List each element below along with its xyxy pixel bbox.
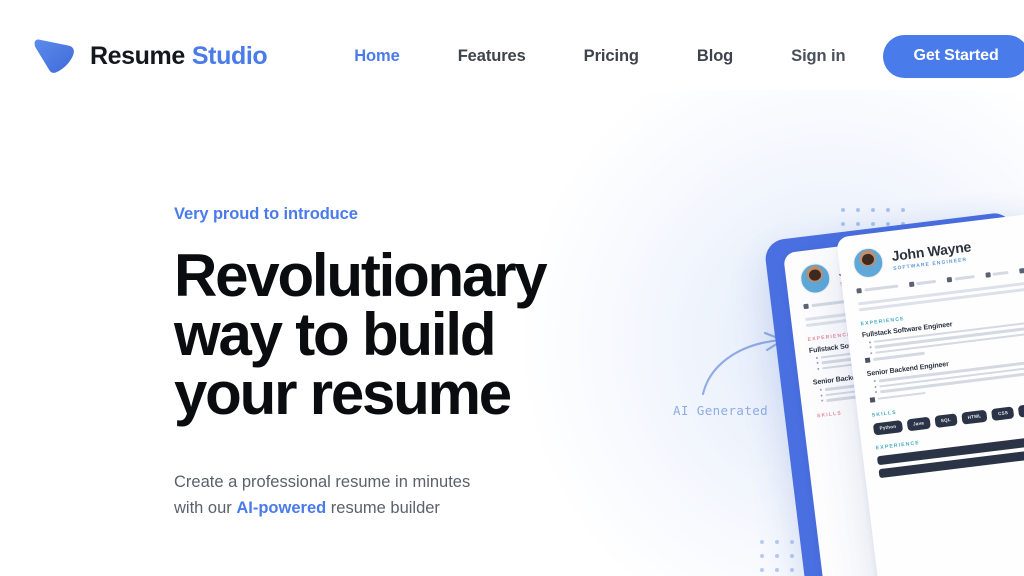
headline-line-3: your resume [174, 360, 512, 427]
resume-preview-artwork: John Wayne SOFTWARE ENGINEER EXPERIENCE … [740, 180, 1024, 576]
contact-website [908, 279, 937, 288]
nav-item-features[interactable]: Features [429, 47, 555, 66]
skill-tag: Java [906, 416, 931, 431]
leaf-logo-icon [34, 39, 74, 73]
subcopy-line-2-pre: with our [174, 499, 237, 517]
main-navigation: Home Features Pricing Blog Sign in Get S… [325, 34, 1024, 78]
skill-tag: CSS [991, 405, 1015, 421]
hero-eyebrow: Very proud to introduce [174, 205, 358, 223]
site-header: Resume Studio Home Features Pricing Blog … [0, 0, 1024, 112]
contact-linkedin [946, 274, 975, 283]
get-started-button[interactable]: Get Started [883, 34, 1024, 78]
contact-github [984, 270, 1009, 278]
skill-tag: Django [1018, 401, 1024, 418]
brand-name: Resume Studio [90, 41, 268, 71]
hero-section: Very proud to introduce Revolutionary wa… [174, 205, 644, 521]
subcopy-accent: AI-powered [236, 499, 327, 517]
avatar [851, 246, 885, 280]
skill-tag: Python [872, 419, 903, 435]
contact-phone [1019, 265, 1024, 274]
nav-item-home[interactable]: Home [325, 47, 428, 66]
brand-name-primary: Resume [90, 41, 185, 70]
headline-line-2: way to build [174, 301, 496, 368]
brand-logo[interactable]: Resume Studio [32, 38, 268, 74]
hero-subcopy: Create a professional resume in minutes … [174, 469, 644, 521]
nav-item-signin[interactable]: Sign in [762, 47, 871, 66]
avatar [798, 261, 832, 296]
contact-email [856, 284, 898, 294]
nav-item-pricing[interactable]: Pricing [555, 47, 668, 66]
nav-item-blog[interactable]: Blog [668, 47, 762, 66]
hero-headline: Revolutionary way to build your resume [174, 242, 644, 427]
landing-page: Resume Studio Home Features Pricing Blog … [0, 0, 1024, 576]
subcopy-line-1: Create a professional resume in minutes [174, 473, 471, 491]
skill-tag: HTML [961, 409, 988, 425]
subcopy-line-2-post: resume builder [326, 499, 440, 517]
skill-tag: SQL [934, 412, 958, 428]
headline-line-1: Revolutionary [174, 242, 548, 309]
brand-name-accent: Studio [191, 41, 268, 70]
